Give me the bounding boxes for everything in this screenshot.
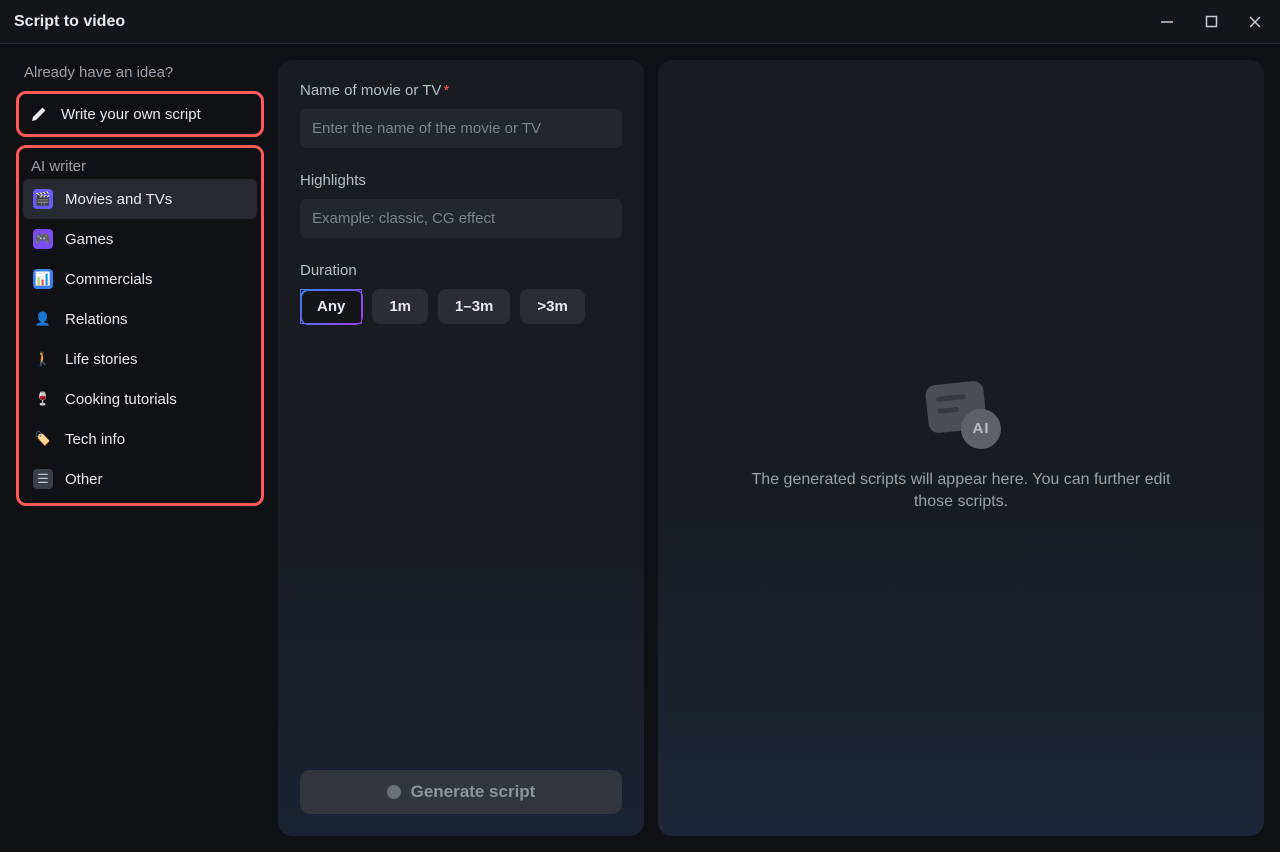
window-controls bbox=[1156, 11, 1266, 33]
category-label: Tech info bbox=[65, 431, 125, 448]
gamepad-icon: 🎮 bbox=[33, 229, 53, 249]
category-other[interactable]: ☰ Other bbox=[23, 459, 257, 499]
write-own-label: Write your own script bbox=[61, 106, 201, 123]
category-label: Games bbox=[65, 231, 113, 248]
name-input[interactable] bbox=[300, 109, 622, 148]
duration-1-3m[interactable]: 1–3m bbox=[438, 289, 510, 324]
minimize-icon[interactable] bbox=[1156, 11, 1178, 33]
ai-writer-highlight: AI writer 🎬 Movies and TVs 🎮 Games 📊 Com… bbox=[16, 145, 264, 506]
name-field: Name of movie or TV* bbox=[300, 82, 622, 148]
category-label: Other bbox=[65, 471, 103, 488]
duration-gt3m[interactable]: >3m bbox=[520, 289, 584, 324]
duration-options: Any 1m 1–3m >3m bbox=[300, 289, 622, 324]
required-asterisk: * bbox=[443, 82, 449, 99]
category-label: Cooking tutorials bbox=[65, 391, 177, 408]
window-title: Script to video bbox=[14, 13, 125, 31]
category-relations[interactable]: 👤 Relations bbox=[23, 299, 257, 339]
empty-state-text: The generated scripts will appear here. … bbox=[741, 469, 1181, 514]
lines-icon: ☰ bbox=[33, 469, 53, 489]
highlights-field: Highlights bbox=[300, 172, 622, 238]
chart-icon: 📊 bbox=[33, 269, 53, 289]
generate-label: Generate script bbox=[411, 782, 536, 802]
ai-badge-icon: AI bbox=[961, 409, 1001, 449]
category-label: Movies and TVs bbox=[65, 191, 172, 208]
category-commercials[interactable]: 📊 Commercials bbox=[23, 259, 257, 299]
generate-script-button[interactable]: Generate script bbox=[300, 770, 622, 814]
duration-label: Duration bbox=[300, 262, 622, 279]
pencil-icon bbox=[29, 104, 49, 124]
write-own-script-button[interactable]: Write your own script bbox=[21, 96, 259, 132]
highlights-label: Highlights bbox=[300, 172, 622, 189]
empty-state-icon: AI bbox=[921, 383, 1001, 449]
duration-1m[interactable]: 1m bbox=[372, 289, 428, 324]
category-label: Life stories bbox=[65, 351, 138, 368]
category-life-stories[interactable]: 🚶 Life stories bbox=[23, 339, 257, 379]
close-icon[interactable] bbox=[1244, 11, 1266, 33]
category-cooking[interactable]: 🍷 Cooking tutorials bbox=[23, 379, 257, 419]
sidebar: Already have an idea? Write your own scr… bbox=[16, 60, 264, 836]
content-area: Already have an idea? Write your own scr… bbox=[0, 44, 1280, 852]
category-movies[interactable]: 🎬 Movies and TVs bbox=[23, 179, 257, 219]
duration-field: Duration Any 1m 1–3m >3m bbox=[300, 262, 622, 324]
sphere-icon bbox=[387, 785, 401, 799]
duration-any[interactable]: Any bbox=[300, 289, 362, 324]
results-panel: AI The generated scripts will appear her… bbox=[658, 60, 1264, 836]
titlebar: Script to video bbox=[0, 0, 1280, 44]
tag-icon: 🏷️ bbox=[33, 429, 53, 449]
category-label: Commercials bbox=[65, 271, 153, 288]
highlights-input[interactable] bbox=[300, 199, 622, 238]
ai-writer-heading: AI writer bbox=[23, 152, 257, 179]
category-label: Relations bbox=[65, 311, 128, 328]
idea-prompt-label: Already have an idea? bbox=[16, 60, 264, 83]
person-icon: 👤 bbox=[33, 309, 53, 329]
write-own-highlight: Write your own script bbox=[16, 91, 264, 137]
maximize-icon[interactable] bbox=[1200, 11, 1222, 33]
name-label: Name of movie or TV* bbox=[300, 82, 622, 99]
glass-icon: 🍷 bbox=[33, 389, 53, 409]
form-panel: Name of movie or TV* Highlights Duration… bbox=[278, 60, 644, 836]
category-tech[interactable]: 🏷️ Tech info bbox=[23, 419, 257, 459]
clapper-icon: 🎬 bbox=[33, 189, 53, 209]
category-games[interactable]: 🎮 Games bbox=[23, 219, 257, 259]
category-list: 🎬 Movies and TVs 🎮 Games 📊 Commercials 👤… bbox=[23, 179, 257, 499]
walk-icon: 🚶 bbox=[33, 349, 53, 369]
